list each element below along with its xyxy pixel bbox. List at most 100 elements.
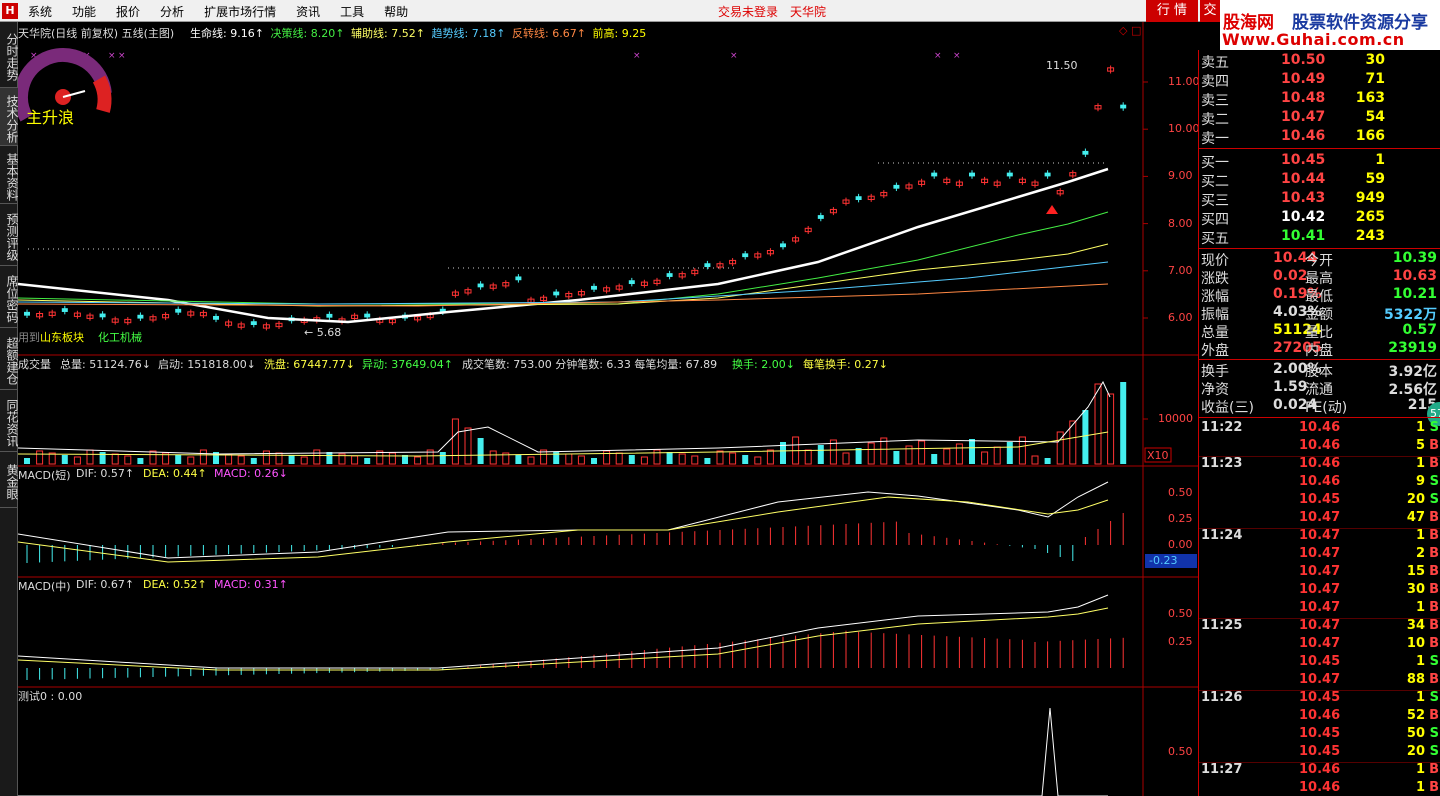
menu-item[interactable]: 资讯 [296,3,320,20]
macd-value: MACD: 0.31↑ [214,578,288,591]
bid-label: 买四 [1201,212,1229,228]
ask-row: 卖五 10.50 30 [1199,52,1440,71]
tick-side: S [1429,420,1439,435]
sector-prefix: 用到 [18,331,40,344]
trade-tab[interactable]: 交 [1200,0,1220,22]
menu-item[interactable]: 功能 [72,3,96,20]
tick-price: 10.47 [1299,510,1341,525]
svg-text:×: × [730,51,738,61]
indicator-legend: 决策线: 8.20↑ [270,27,345,40]
tick-volume: 1 [1415,600,1425,615]
bid-price[interactable]: 10.44 [1281,171,1325,187]
quote-panel: 卖五 10.50 30 卖四 10.49 71 卖三 10.48 163 卖二 10.47 54 卖一 1… [1198,50,1440,796]
low-price-label: ← 5.68 [304,326,342,339]
tick-price: 10.46 [1299,780,1341,795]
stat-label: 现价 [1201,253,1229,269]
side-tab[interactable]: 预测评级 [0,204,19,266]
bid-label: 买三 [1201,193,1229,209]
sector-tag: 山东板块 [40,331,84,344]
side-tab[interactable]: 黄金眼 [0,452,19,508]
macd-axis-label: 0.50 [1168,486,1193,499]
tick-side: B [1429,582,1439,597]
stat-label: 最低 [1305,289,1333,305]
ask-volume: 166 [1355,128,1385,144]
macd-short-bars [26,513,1124,563]
stat-label: 换手 [1201,364,1229,380]
bid-label: 买五 [1201,231,1229,247]
tick-price: 10.47 [1299,564,1341,579]
stat-label: 外盘 [1201,343,1229,359]
menu-item[interactable]: 工具 [340,3,364,20]
bid-price[interactable]: 10.42 [1281,209,1325,225]
test-axis-label: 0.50 [1168,745,1193,758]
main-chart-title: 天华院(日线 前复权) 五线(主图) [18,27,175,40]
tick-row: 10.45 20 S [1199,744,1440,762]
svg-text:×: × [934,51,942,61]
volume-legend-item: 启动: 151818.00↓ [158,358,256,371]
side-tab[interactable]: 同花资讯 [0,390,19,452]
indicator-legend: 趋势线: 7.18↑ [431,27,506,40]
menu-item[interactable]: 扩展市场行情 [204,3,276,20]
tick-price: 10.47 [1299,618,1341,633]
ask-price[interactable]: 10.49 [1281,71,1325,87]
stat-value: 10.63 [1392,268,1437,284]
menu-item[interactable]: 报价 [116,3,140,20]
tick-side: S [1429,654,1439,669]
chart-canvas[interactable]: × × × × × × × × [18,22,1198,796]
menu-item[interactable]: 分析 [160,3,184,20]
tick-volume: 1 [1415,690,1425,705]
svg-text:×: × [118,51,126,61]
side-tab[interactable]: 分时走势 [0,22,19,88]
tick-row: 10.45 50 S [1199,726,1440,744]
ask-label: 卖二 [1201,112,1229,128]
menu-item[interactable]: 系统 [28,3,52,20]
tick-price: 10.46 [1299,420,1341,435]
volume-legend-item: 总量: 51124.76↓ [60,358,151,371]
stat-label: 股本 [1305,364,1333,380]
ask-price[interactable]: 10.50 [1281,52,1325,68]
bid-row: 买三 10.43 949 [1199,190,1440,209]
price-axis-label: 10.00 [1168,122,1200,136]
ask-price[interactable]: 10.48 [1281,90,1325,106]
indicator-legend: 生命线: 9.16↑ [190,27,264,40]
bid-volume: 949 [1355,190,1385,206]
tick-price: 10.47 [1299,672,1341,687]
app-logo: H [2,3,18,19]
stock-name: 天华院 [790,5,827,19]
tick-price: 10.45 [1299,492,1341,507]
macd-short-title: MACD(短) [18,469,71,482]
volume-title: 成交量 [18,358,51,371]
tick-side: B [1429,438,1439,453]
volume-axis-label: 10000 [1158,412,1193,425]
macd-dea: DEA: 0.52↑ [143,578,207,591]
stat-row: 涨跌 0.02 最高 10.63 [1199,268,1440,287]
stat-label: 今开 [1305,253,1333,269]
ask-price[interactable]: 10.46 [1281,128,1325,144]
stat-label: 收益(三) [1201,400,1254,416]
trade-status[interactable]: 交易未登录 [718,3,778,20]
tick-row: 10.47 2 B [1199,546,1440,564]
tick-volume: 2 [1415,546,1425,561]
ask-price[interactable]: 10.47 [1281,109,1325,125]
tick-side: B [1429,546,1439,561]
macd-dif: DIF: 0.67↑ [76,578,135,591]
side-tab[interactable]: 席位密码 [0,266,19,328]
tick-time: 11:24 [1201,528,1243,543]
bid-price[interactable]: 10.45 [1281,152,1325,168]
stat-value: 5322万 [1384,307,1437,323]
side-tab[interactable]: 技术分析 [0,88,19,146]
stat-label: 流通 [1305,382,1333,398]
bid-price[interactable]: 10.43 [1281,190,1325,206]
bid-price[interactable]: 10.41 [1281,228,1325,244]
tick-side: B [1429,780,1439,795]
bid-volume: 243 [1355,228,1385,244]
side-tab[interactable]: 超额建仓 [0,328,19,390]
ask-row: 卖一 10.46 166 [1199,128,1440,147]
menu-item[interactable]: 帮助 [384,3,408,20]
quote-tab[interactable]: 行 情 [1146,0,1198,22]
tick-side: S [1429,690,1439,705]
stat-label: 涨幅 [1201,289,1229,305]
tick-side: S [1429,744,1439,759]
side-tab[interactable]: 基本资料 [0,146,19,204]
tick-row: 11:27 10.46 1 B [1199,762,1440,780]
